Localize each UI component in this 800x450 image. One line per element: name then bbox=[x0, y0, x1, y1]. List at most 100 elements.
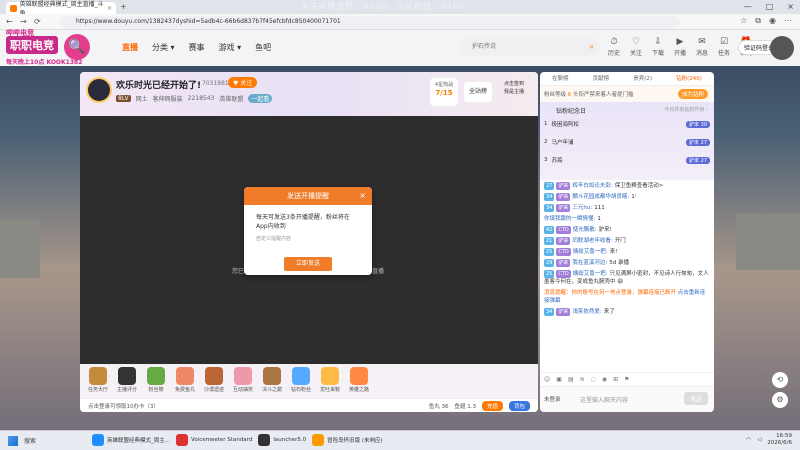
follow-header-button[interactable]: ♡ 关注 bbox=[628, 37, 644, 57]
taskbar-app[interactable]: 英雄联盟经典模式_周主... bbox=[92, 434, 170, 446]
chat-username[interactable]: 麟斗花园成都华胡员瞎: bbox=[572, 194, 629, 200]
gift-item[interactable]: 龙吐来鞍 bbox=[318, 367, 342, 393]
history-button[interactable]: ⏱ 历史 bbox=[606, 37, 622, 57]
become-diamond-fan-button[interactable]: 成为钻粉 bbox=[677, 89, 708, 99]
new-tab-button[interactable]: + bbox=[120, 2, 127, 11]
chat-username[interactable]: 姨绥艾香一把: bbox=[573, 271, 608, 277]
tag-item[interactable]: 一起看 bbox=[248, 94, 273, 103]
menu-icon[interactable]: ⋯ bbox=[784, 16, 792, 26]
reload-icon[interactable]: ⟳ bbox=[34, 17, 41, 26]
star-icon[interactable]: ☆ bbox=[740, 16, 747, 26]
signin-button[interactable]: 点击签到 我是主播 bbox=[496, 78, 532, 106]
chat-message: 34 驴来 三元hu: 111 bbox=[544, 204, 710, 212]
nav-category[interactable]: 分类 ▾ bbox=[152, 42, 175, 53]
volume-icon[interactable]: ◁ bbox=[757, 437, 761, 443]
task-button[interactable]: ☑ 任务 bbox=[716, 37, 732, 57]
gift-item[interactable]: 任务大厅 bbox=[86, 367, 110, 393]
site-header: 哔哔电竞 职职电竞 🔍 每天晚上10点 KOOK1382 首页 直播 分类 ▾ … bbox=[0, 29, 800, 66]
gift-item[interactable]: 决斗之巅 bbox=[260, 367, 284, 393]
all-site-rank-button[interactable]: 全站榜 bbox=[464, 82, 492, 102]
gift-item[interactable]: 免费鱼丸 bbox=[173, 367, 197, 393]
profile-icon[interactable]: ◉ bbox=[769, 16, 776, 26]
search-input[interactable]: 护石传说 ⌕ bbox=[460, 38, 600, 56]
browser-tab[interactable]: 英雄联盟经典模式_周主直播_斗鱼 × bbox=[6, 1, 116, 17]
chat-panel: 在聊榜 贡献榜 贵宾(2) 钻粉(240) 粉丝等级 6 头衔严禁来着人者提门槛… bbox=[540, 72, 714, 412]
fan-row[interactable]: 2 马户年浦 驴末 27 bbox=[544, 138, 710, 146]
close-tab-icon[interactable]: × bbox=[107, 5, 112, 12]
chat-tool-icon[interactable]: ▣ bbox=[556, 376, 562, 383]
tag-item[interactable]: 英雄联盟 bbox=[219, 94, 243, 103]
wifi-icon[interactable]: ◠ bbox=[746, 437, 751, 443]
chat-username[interactable]: 浅笑依然爱: bbox=[572, 309, 601, 315]
chat-tool-icon[interactable]: ▤ bbox=[568, 376, 574, 383]
user-avatar[interactable] bbox=[770, 36, 794, 60]
app-label: launcher5.0 bbox=[273, 437, 307, 443]
extensions-icon[interactable]: ⧉ bbox=[755, 16, 761, 26]
chat-username[interactable]: 你填我跟的一瞬情懂: bbox=[544, 216, 595, 222]
login-reward-link[interactable]: 点击登录可领取10办卡（3） bbox=[88, 402, 159, 410]
gift-item[interactable]: 英雄之路 bbox=[347, 367, 371, 393]
download-button[interactable]: ⇩ 下载 bbox=[650, 37, 666, 57]
chat-tool-icon[interactable]: ≋ bbox=[580, 376, 585, 383]
chat-input[interactable]: 这里输入聊天内容 bbox=[580, 395, 628, 404]
nav-fishbar[interactable]: 鱼吧 bbox=[255, 42, 271, 53]
chat-username[interactable]: 使光飘散: bbox=[573, 227, 597, 233]
gift-item[interactable]: 主播评分 bbox=[115, 367, 139, 393]
taskbar-search[interactable]: 搜索 bbox=[24, 436, 36, 445]
fan-badge: CTD bbox=[556, 226, 571, 234]
taskbar-app[interactable]: 冒险岛怀旧版 (未响应) bbox=[312, 434, 383, 446]
recharge-button[interactable]: 充值 bbox=[481, 401, 503, 411]
fan-row[interactable]: 1 极困海阿松 驴末 30 bbox=[544, 120, 710, 128]
send-now-button[interactable]: 立即发送 bbox=[284, 257, 332, 271]
close-window-button[interactable]: × bbox=[787, 2, 794, 11]
tab-diamond-fans[interactable]: 钻粉(240) bbox=[676, 72, 702, 85]
start-icon[interactable] bbox=[8, 436, 18, 446]
streamer-avatar[interactable] bbox=[86, 77, 112, 103]
gift-item[interactable]: 互动抽奖 bbox=[231, 367, 255, 393]
chat-tool-icon[interactable]: ⚑ bbox=[624, 376, 629, 383]
chat-username[interactable]: 同联湖老年收看: bbox=[572, 238, 612, 244]
fans-board-link[interactable]: 今日共有钻粉升级 › bbox=[664, 106, 708, 113]
forward-icon[interactable]: → bbox=[20, 17, 27, 26]
settings-float-icon[interactable]: ⚙ bbox=[772, 392, 788, 408]
taskbar-app[interactable]: launcher5.0 bbox=[258, 434, 306, 446]
chat-username[interactable]: 辉辛白如论夫彭: bbox=[572, 183, 612, 189]
follow-button[interactable]: ♥ 关注 bbox=[228, 77, 258, 88]
url-input[interactable]: https://www.douyu.com/1382437dyshid=5adb… bbox=[60, 16, 680, 28]
tag-item[interactable]: 客伸网服装 bbox=[153, 94, 183, 103]
nav-live[interactable]: 直播 bbox=[122, 42, 138, 53]
chat-message: 你填我跟的一瞬情懂: 1 bbox=[544, 215, 710, 223]
tab-contribution[interactable]: 贡献榜 bbox=[593, 72, 610, 85]
gift-item[interactable]: 沙漠遗迹 bbox=[202, 367, 226, 393]
gift-item[interactable]: 粉丝牌 bbox=[144, 367, 168, 393]
close-icon[interactable]: × bbox=[359, 187, 366, 205]
clock[interactable]: 16:59 2026/6/6 bbox=[767, 433, 792, 447]
chat-username[interactable]: 三元hu: bbox=[572, 205, 592, 211]
custom-reminder-link[interactable]: 自定义提醒内容 bbox=[244, 231, 372, 242]
chat-tool-icon[interactable]: ⊞ bbox=[613, 376, 618, 383]
history-float-icon[interactable]: ⟲ bbox=[772, 372, 788, 388]
backpack-button[interactable]: 背包 bbox=[508, 401, 530, 411]
message-button[interactable]: ✉ 消息 bbox=[694, 37, 710, 57]
start-live-button[interactable]: ▶ 开播 bbox=[672, 37, 688, 57]
chat-username[interactable]: 我在蓝溪河边: bbox=[572, 260, 607, 266]
taskbar-app[interactable]: Voicemeeter Standard bbox=[176, 434, 252, 446]
send-button[interactable]: 发送 bbox=[683, 392, 708, 405]
maximize-button[interactable]: □ bbox=[766, 2, 774, 11]
minimize-button[interactable]: — bbox=[744, 2, 752, 11]
chat-tabs: 在聊榜 贡献榜 贵宾(2) 钻粉(240) bbox=[540, 72, 714, 86]
rank-box[interactable]: 4星热战 7/15 bbox=[430, 78, 458, 106]
chat-tool-icon[interactable]: ◌ bbox=[591, 376, 596, 383]
gift-item[interactable]: 钻石粉丝 bbox=[289, 367, 313, 393]
nav-events[interactable]: 赛事 bbox=[189, 42, 205, 53]
tab-chat-rank[interactable]: 在聊榜 bbox=[552, 72, 569, 85]
fan-row[interactable]: 3 苏捣 驴末 27 bbox=[544, 156, 710, 164]
back-icon[interactable]: ← bbox=[6, 17, 13, 26]
tab-vip[interactable]: 贵宾(2) bbox=[633, 72, 652, 85]
chat-tool-icon[interactable]: ☺ bbox=[544, 376, 550, 383]
chat-username[interactable]: 姨绥艾香一把: bbox=[573, 249, 608, 255]
nav-games[interactable]: 游戏 ▾ bbox=[219, 42, 242, 53]
tag-item[interactable]: 网土 bbox=[136, 94, 148, 103]
chat-tool-icon[interactable]: ◉ bbox=[602, 376, 607, 383]
search-icon[interactable]: ⌕ bbox=[589, 38, 594, 56]
